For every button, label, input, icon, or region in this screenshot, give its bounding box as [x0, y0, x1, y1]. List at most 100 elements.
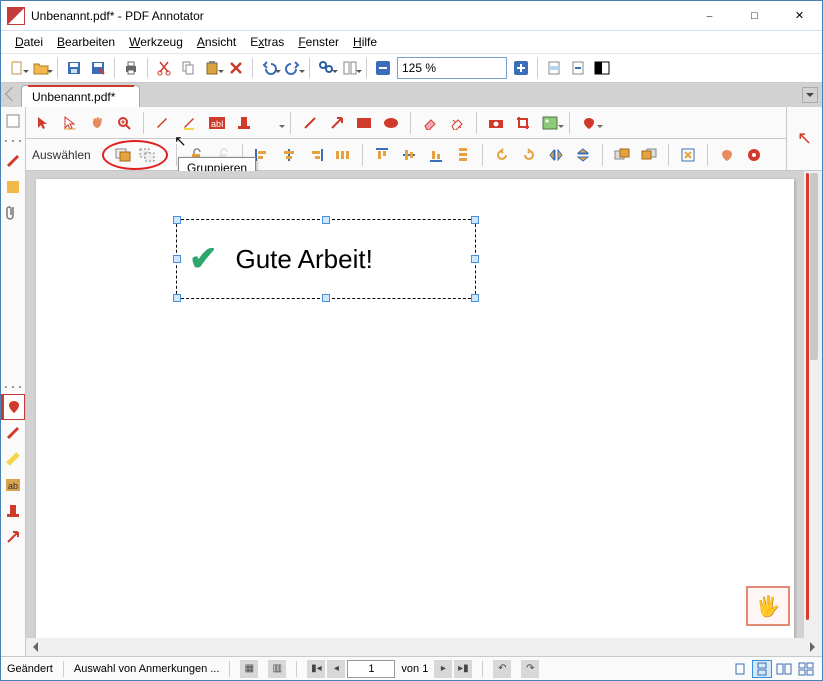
align-center-v-button[interactable] [398, 144, 420, 166]
resize-handle-tl[interactable] [173, 216, 181, 224]
find-button[interactable] [316, 58, 336, 78]
close-button[interactable]: ✕ [777, 1, 822, 30]
eraser-tool-button[interactable] [419, 112, 441, 134]
annotation-selection[interactable]: ✔ Gute Arbeit! [176, 219, 476, 299]
rail-arrow-icon[interactable] [1, 524, 25, 550]
resize-handle-bm[interactable] [322, 294, 330, 302]
rail-note-icon[interactable] [1, 174, 25, 200]
flatten-button[interactable] [716, 144, 738, 166]
view-single-button[interactable] [730, 660, 750, 678]
pdf-page[interactable]: ✔ Gute Arbeit! [36, 179, 794, 638]
rail-stamp-icon[interactable] [1, 498, 25, 524]
vertical-scrollbar[interactable] [804, 171, 822, 638]
menu-werkzeug[interactable]: Werkzeug [123, 33, 189, 51]
flip-h-button[interactable] [545, 144, 567, 166]
two-page-button[interactable] [592, 58, 612, 78]
resize-handle-ml[interactable] [173, 255, 181, 263]
save-button[interactable] [64, 58, 84, 78]
cut-button[interactable] [154, 58, 174, 78]
ellipse-tool-button[interactable] [380, 112, 402, 134]
align-bottom-button[interactable] [425, 144, 447, 166]
stamp-tool-button[interactable] [233, 112, 255, 134]
pan-tool-button[interactable] [86, 112, 108, 134]
rail-pen2-icon[interactable] [1, 420, 25, 446]
resize-handle-bl[interactable] [173, 294, 181, 302]
align-center-h-button[interactable] [278, 144, 300, 166]
floating-pan-button[interactable]: 🖐 [746, 586, 790, 626]
new-doc-button[interactable] [7, 58, 27, 78]
copy-button[interactable] [178, 58, 198, 78]
view-two-page-button[interactable] [774, 660, 794, 678]
print-button[interactable] [121, 58, 141, 78]
distribute-v-button[interactable] [452, 144, 474, 166]
nav-forward-button[interactable]: ↷ [521, 660, 539, 678]
rail-textbox-icon[interactable]: ab [1, 472, 25, 498]
save-as-button[interactable] [88, 58, 108, 78]
line-tool-button[interactable] [299, 112, 321, 134]
distribute-h-button[interactable] [332, 144, 354, 166]
bring-front-button[interactable] [611, 144, 633, 166]
menu-fenster[interactable]: Fenster [292, 33, 345, 51]
group-button[interactable] [112, 144, 134, 166]
rail-attachment-icon[interactable] [1, 200, 25, 226]
rect-tool-button[interactable] [353, 112, 375, 134]
pen-tool-button[interactable] [152, 112, 174, 134]
lasso-tool-button[interactable] [59, 112, 81, 134]
favorite-button[interactable] [578, 112, 600, 134]
status-ungroup-icon[interactable]: ▥ [268, 660, 286, 678]
more-tools-button[interactable] [260, 112, 282, 134]
resize-handle-mr[interactable] [471, 255, 479, 263]
crop-tool-button[interactable] [512, 112, 534, 134]
snapshot-tool-button[interactable] [485, 112, 507, 134]
open-button[interactable] [31, 58, 51, 78]
document-tab[interactable]: Unbenannt.pdf* [21, 85, 140, 107]
zoom-out-button[interactable] [373, 58, 393, 78]
page-setup-button[interactable] [340, 58, 360, 78]
page-number-input[interactable] [347, 660, 395, 678]
redo-button[interactable] [283, 58, 303, 78]
image-tool-button[interactable] [539, 112, 561, 134]
fit-page-button[interactable] [544, 58, 564, 78]
status-group-icon[interactable]: ▦ [240, 660, 258, 678]
arrow-tool-button[interactable] [326, 112, 348, 134]
fit-selection-button[interactable] [677, 144, 699, 166]
rotate-left-button[interactable] [491, 144, 513, 166]
canvas-area[interactable]: ✔ Gute Arbeit! 🖐 [26, 171, 822, 656]
rail-highlighter-icon[interactable] [1, 446, 25, 472]
zoom-tool-button[interactable] [113, 112, 135, 134]
rotate-right-button[interactable] [518, 144, 540, 166]
last-page-button[interactable]: ▸▮ [454, 660, 472, 678]
zoom-select[interactable] [397, 57, 507, 79]
menu-bearbeiten[interactable]: Bearbeiten [51, 33, 121, 51]
resize-handle-tm[interactable] [322, 216, 330, 224]
align-top-button[interactable] [371, 144, 393, 166]
first-page-button[interactable]: ▮◂ [307, 660, 325, 678]
zoom-in-button[interactable] [511, 58, 531, 78]
menu-extras[interactable]: Extras [244, 33, 290, 51]
erase-all-button[interactable] [446, 112, 468, 134]
fit-width-button[interactable] [568, 58, 588, 78]
resize-handle-br[interactable] [471, 294, 479, 302]
menu-hilfe[interactable]: Hilfe [347, 33, 383, 51]
delete-button[interactable] [226, 58, 246, 78]
align-right-button[interactable] [305, 144, 327, 166]
rail-pen-icon[interactable] [1, 148, 25, 174]
resize-handle-tr[interactable] [471, 216, 479, 224]
text-tool-button[interactable]: abI [206, 112, 228, 134]
rail-checkbox-icon[interactable] [1, 108, 25, 134]
nav-back-button[interactable]: ↶ [493, 660, 511, 678]
paste-button[interactable] [202, 58, 222, 78]
flip-v-button[interactable] [572, 144, 594, 166]
maximize-button[interactable]: □ [732, 1, 777, 30]
prev-page-button[interactable]: ◂ [327, 660, 345, 678]
scrollbar-thumb[interactable] [810, 173, 818, 360]
view-continuous-button[interactable] [752, 660, 772, 678]
minimize-button[interactable]: – [687, 1, 732, 30]
menu-datei[interactable]: Datei [9, 33, 49, 51]
tab-menu-button[interactable] [802, 87, 818, 103]
next-page-button[interactable]: ▸ [434, 660, 452, 678]
rail-favorites-icon[interactable] [1, 394, 25, 420]
style-button[interactable] [743, 144, 765, 166]
marker-tool-button[interactable] [179, 112, 201, 134]
view-two-continuous-button[interactable] [796, 660, 816, 678]
